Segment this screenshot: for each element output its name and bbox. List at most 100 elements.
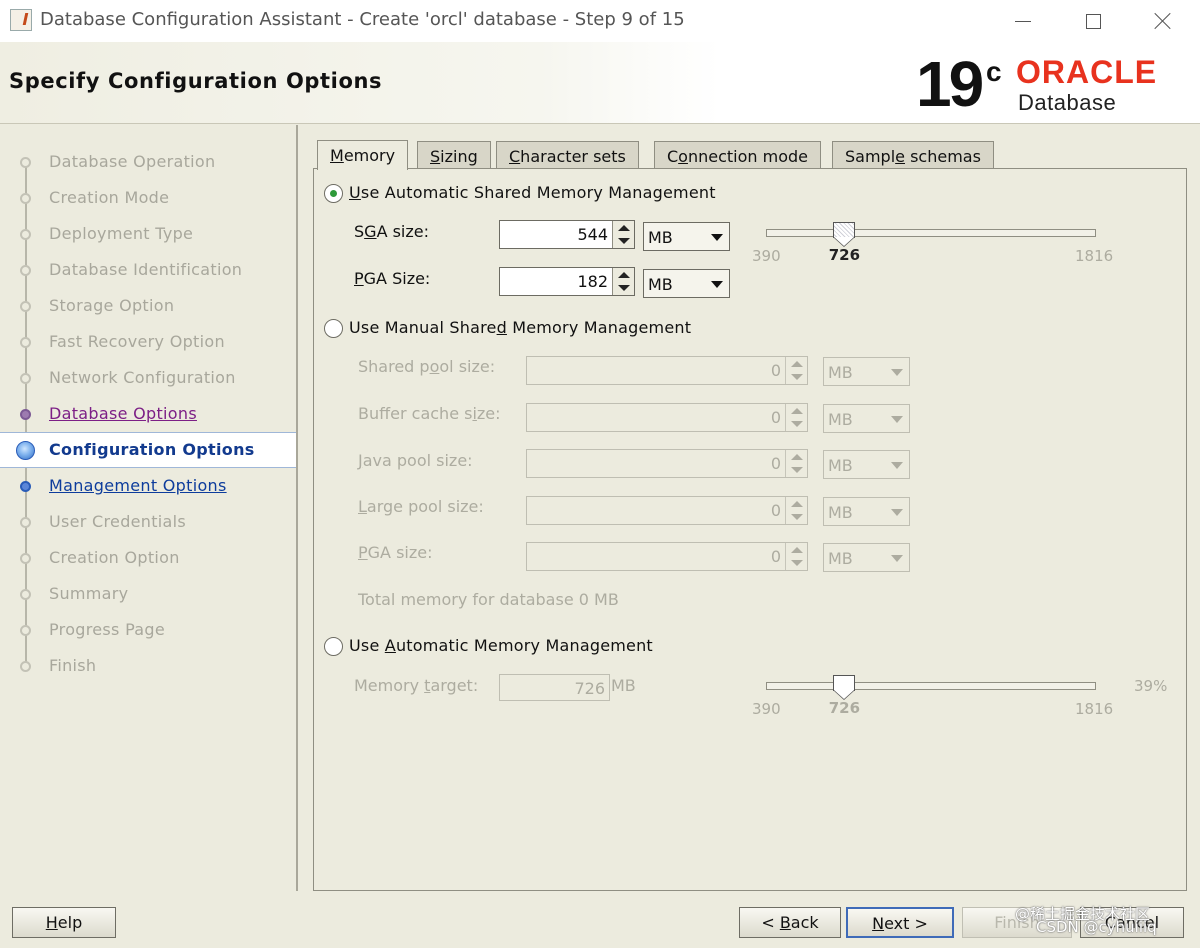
tab-memory[interactable]: Memory [317,140,409,170]
tab-label: Sampl [845,147,896,166]
spinner-arrows[interactable] [612,221,634,248]
label-text: Memory Management [506,318,692,337]
tab-label: haracter sets [520,147,626,166]
label-text: utomatic Memory Management [395,636,653,655]
asmm-memory-slider-thumb[interactable] [832,222,855,248]
tab-connection-mode[interactable]: Connection mode [654,141,821,169]
sga-size-value[interactable]: 544 [577,225,608,244]
asmm-memory-slider-track[interactable] [766,229,1096,237]
amm-slider-value: 726 [828,699,861,717]
back-button[interactable]: < Back [739,907,841,938]
label-mnemonic: o [429,357,440,376]
tab-sizing[interactable]: Sizing [417,141,491,169]
step-dot-icon [20,481,31,492]
step-dot-icon [20,265,31,276]
nav-step-user-credentials: User Credentials [0,505,296,541]
manual-pga-unit-select[interactable]: MB [823,543,910,572]
spin-up-icon[interactable] [618,225,630,231]
step-dot-icon [20,589,31,600]
spin-up-icon [791,454,803,460]
dropdown-caret-icon [891,416,903,423]
spin-down-icon [791,467,803,473]
memory-target-input[interactable]: 726 [499,674,610,701]
asmm-radio-label[interactable]: Use Automatic Shared Memory Management [349,183,716,202]
window-title: Database Configuration Assistant - Creat… [40,9,685,30]
java-pool-size-value: 0 [770,454,781,473]
label-mnemonic: P [358,543,368,562]
nav-step-label: Creation Option [49,548,180,567]
nav-step-label: Finish [49,656,97,675]
close-button[interactable] [1128,0,1198,42]
nav-step-management-options[interactable]: Management Options [0,469,296,505]
label-text: arge pool size: [366,497,484,516]
spin-down-icon[interactable] [618,285,630,291]
label-text: ava pool size: [362,451,473,470]
spinner-arrows [785,497,807,524]
large-pool-unit-select[interactable]: MB [823,497,910,526]
help-button[interactable]: Help [12,907,116,938]
amm-memory-slider-track[interactable] [766,682,1096,690]
buffer-cache-unit-select[interactable]: MB [823,404,910,433]
close-icon [1154,12,1172,30]
pga-unit-value: MB [648,275,673,294]
pga-size-value[interactable]: 182 [577,272,608,291]
amm-radio[interactable] [324,637,343,656]
memory-tab-panel [313,168,1187,891]
spin-up-icon[interactable] [618,272,630,278]
asmm-radio[interactable] [324,184,343,203]
sga-unit-select[interactable]: MB [643,222,730,251]
sga-size-spinner[interactable]: 544 [499,220,635,249]
dropdown-caret-icon [711,281,723,288]
tab-mnemonic: M [330,146,344,165]
next-button[interactable]: Next > [846,907,954,938]
large-pool-size-spinner[interactable]: 0 [526,496,808,525]
label-text: Memory [354,676,425,695]
button-label: ext > [884,914,928,933]
pga-unit-select[interactable]: MB [643,269,730,298]
maximize-button[interactable] [1058,0,1128,42]
slider-thumb-tip-inner [833,690,854,699]
button-mnemonic: N [872,914,885,933]
unit-value: MB [828,410,853,429]
manual-memory-radio[interactable] [324,319,343,338]
nav-step-database-options[interactable]: Database Options [0,397,296,433]
nav-step-deployment-type: Deployment Type [0,217,296,253]
manual-memory-radio-label[interactable]: Use Manual Shared Memory Management [349,318,691,337]
step-dot-icon [20,229,31,240]
tab-character-sets[interactable]: Character sets [496,141,639,169]
spinner-arrows[interactable] [612,268,634,295]
logo-version-suffix: c [986,56,1002,87]
nav-step-label[interactable]: Database Options [49,404,197,423]
nav-step-database-identification: Database Identification [0,253,296,289]
dropdown-caret-icon [711,234,723,241]
spin-down-icon[interactable] [618,238,630,244]
buffer-cache-size-spinner[interactable]: 0 [526,403,808,432]
java-pool-size-spinner[interactable]: 0 [526,449,808,478]
amm-memory-slider-thumb[interactable] [832,675,855,701]
manual-pga-size-value: 0 [770,547,781,566]
manual-pga-size-spinner[interactable]: 0 [526,542,808,571]
asmm-slider-min: 390 [752,247,781,265]
minimize-button[interactable] [988,0,1058,42]
pga-size-spinner[interactable]: 182 [499,267,635,296]
shared-pool-unit-select[interactable]: MB [823,357,910,386]
nav-step-creation-option: Creation Option [0,541,296,577]
label-text: arget: [430,676,479,695]
buffer-cache-size-label: Buffer cache size: [358,404,501,423]
dropdown-caret-icon [891,555,903,562]
label-text: S [354,222,365,241]
nav-step-label: Database Operation [49,152,216,171]
amm-radio-label[interactable]: Use Automatic Memory Management [349,636,653,655]
nav-step-label: Progress Page [49,620,166,639]
spinner-arrows [785,543,807,570]
label-mnemonic: d [496,318,507,337]
slider-thumb-body [832,675,855,691]
spin-up-icon [791,408,803,414]
nav-step-label: Summary [49,584,129,603]
large-pool-size-value: 0 [770,501,781,520]
nav-step-label[interactable]: Management Options [49,476,227,495]
shared-pool-size-spinner[interactable]: 0 [526,356,808,385]
tab-sample-schemas[interactable]: Sample schemas [832,141,994,169]
current-step-icon [16,441,35,460]
java-pool-unit-select[interactable]: MB [823,450,910,479]
